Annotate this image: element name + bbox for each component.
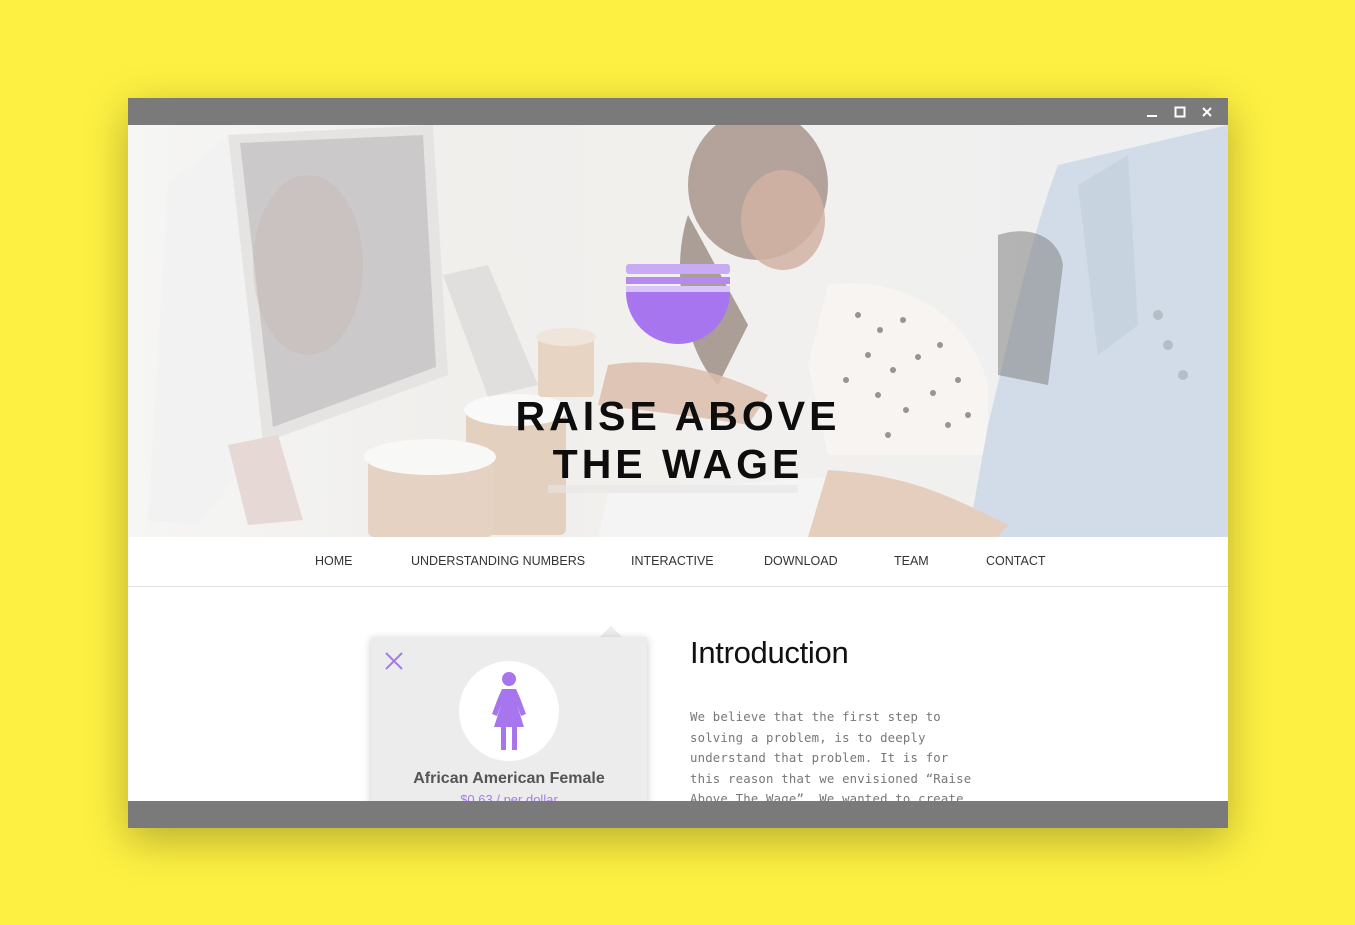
main-navigation: HOME UNDERSTANDING NUMBERS INTERACTIVE D… [128,537,1228,587]
window-bottom-bar [128,801,1228,828]
maximize-icon[interactable] [1168,98,1192,125]
semicircle-logo-icon [626,264,730,344]
close-icon[interactable] [1195,98,1219,125]
female-figure-icon [492,672,526,750]
wage-info-card: African American Female $0.63 / per doll… [371,637,647,801]
wage-rate: $0.63 / per dollar [460,792,558,801]
hero-title-line2: THE WAGE [552,441,804,487]
browser-window: RAISE ABOVE THE WAGE HOME UNDERSTANDING … [128,98,1228,828]
minimize-icon[interactable] [1140,98,1164,125]
window-titlebar [128,98,1228,125]
close-x-icon[interactable] [384,651,404,671]
nav-home[interactable]: HOME [315,537,353,586]
intro-heading: Introduction [690,635,849,670]
hero-title-line1: RAISE ABOVE [515,393,841,439]
hero-banner: RAISE ABOVE THE WAGE [128,125,1228,537]
nav-interactive[interactable]: INTERACTIVE [631,537,714,586]
group-name: African American Female [413,770,605,787]
nav-team[interactable]: TEAM [894,537,929,586]
intro-body: We believe that the first step to solvin… [690,710,972,801]
nav-understanding-numbers[interactable]: UNDERSTANDING NUMBERS [411,537,585,586]
figure-avatar [459,661,559,761]
main-content: African American Female $0.63 / per doll… [128,587,1228,801]
nav-contact[interactable]: CONTACT [986,537,1046,586]
nav-download[interactable]: DOWNLOAD [764,537,838,586]
